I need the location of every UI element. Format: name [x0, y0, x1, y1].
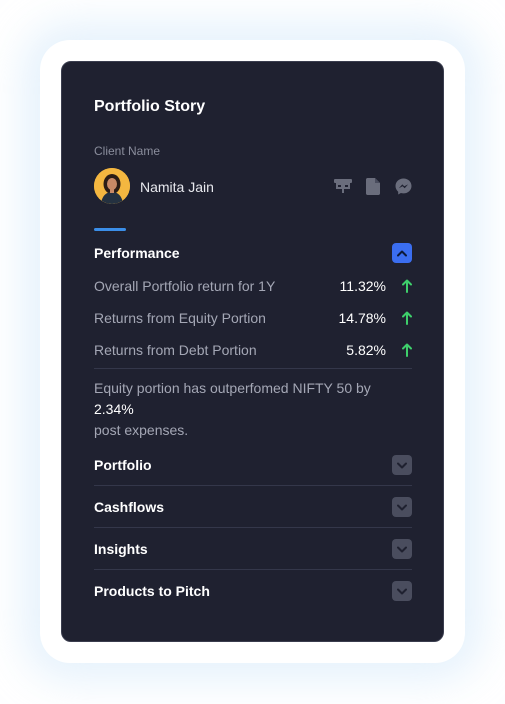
- chevron-down-icon: [397, 582, 407, 600]
- section-products-to-pitch-header[interactable]: Products to Pitch: [94, 581, 412, 601]
- metric-label: Overall Portfolio return for 1Y: [94, 278, 276, 294]
- note-text: post expenses.: [94, 422, 189, 438]
- metric-label: Returns from Debt Portion: [94, 342, 257, 358]
- note-text: Equity portion has outperfomed NIFTY 50 …: [94, 380, 371, 396]
- section-title: Cashflows: [94, 499, 165, 515]
- metric-label: Returns from Equity Portion: [94, 310, 266, 326]
- arrow-up-icon: [386, 279, 412, 293]
- divider: [94, 368, 412, 369]
- divider: [94, 569, 412, 570]
- expand-toggle[interactable]: [392, 581, 412, 601]
- section-insights-header[interactable]: Insights: [94, 539, 412, 559]
- presentation-icon[interactable]: [334, 177, 352, 195]
- arrow-up-icon: [386, 311, 412, 325]
- section-title: Performance: [94, 245, 180, 261]
- metric-row: Returns from Debt Portion 5.82%: [94, 341, 412, 359]
- section-accent-bar: [94, 228, 126, 231]
- expand-toggle[interactable]: [392, 455, 412, 475]
- metric-value: 11.32%: [339, 278, 386, 294]
- collapse-toggle[interactable]: [392, 243, 412, 263]
- messenger-icon[interactable]: [394, 177, 412, 195]
- portfolio-story-card: Portfolio Story Client Name Namita Jain: [61, 61, 444, 642]
- expand-toggle[interactable]: [392, 497, 412, 517]
- chevron-down-icon: [397, 540, 407, 558]
- chevron-down-icon: [397, 498, 407, 516]
- section-title: Insights: [94, 541, 148, 557]
- divider: [94, 527, 412, 528]
- expand-toggle[interactable]: [392, 539, 412, 559]
- client-name: Namita Jain: [140, 179, 214, 195]
- card-title: Portfolio Story: [94, 98, 206, 115]
- document-icon[interactable]: [364, 177, 382, 195]
- arrow-up-icon: [386, 343, 412, 357]
- chevron-up-icon: [397, 244, 407, 262]
- section-title: Portfolio: [94, 457, 152, 473]
- chevron-down-icon: [397, 456, 407, 474]
- section-portfolio-header[interactable]: Portfolio: [94, 455, 412, 475]
- performance-note: Equity portion has outperfomed NIFTY 50 …: [94, 378, 414, 441]
- avatar: [94, 168, 130, 204]
- metric-value: 5.82%: [346, 342, 386, 358]
- divider: [94, 485, 412, 486]
- note-highlight: 2.34%: [94, 401, 134, 417]
- section-title: Products to Pitch: [94, 583, 210, 599]
- section-performance-header[interactable]: Performance: [94, 243, 412, 263]
- metric-row: Overall Portfolio return for 1Y 11.32%: [94, 277, 412, 295]
- metric-value: 14.78%: [338, 310, 386, 326]
- metric-row: Returns from Equity Portion 14.78%: [94, 309, 412, 327]
- client-name-label: Client Name: [94, 144, 161, 158]
- section-cashflows-header[interactable]: Cashflows: [94, 497, 412, 517]
